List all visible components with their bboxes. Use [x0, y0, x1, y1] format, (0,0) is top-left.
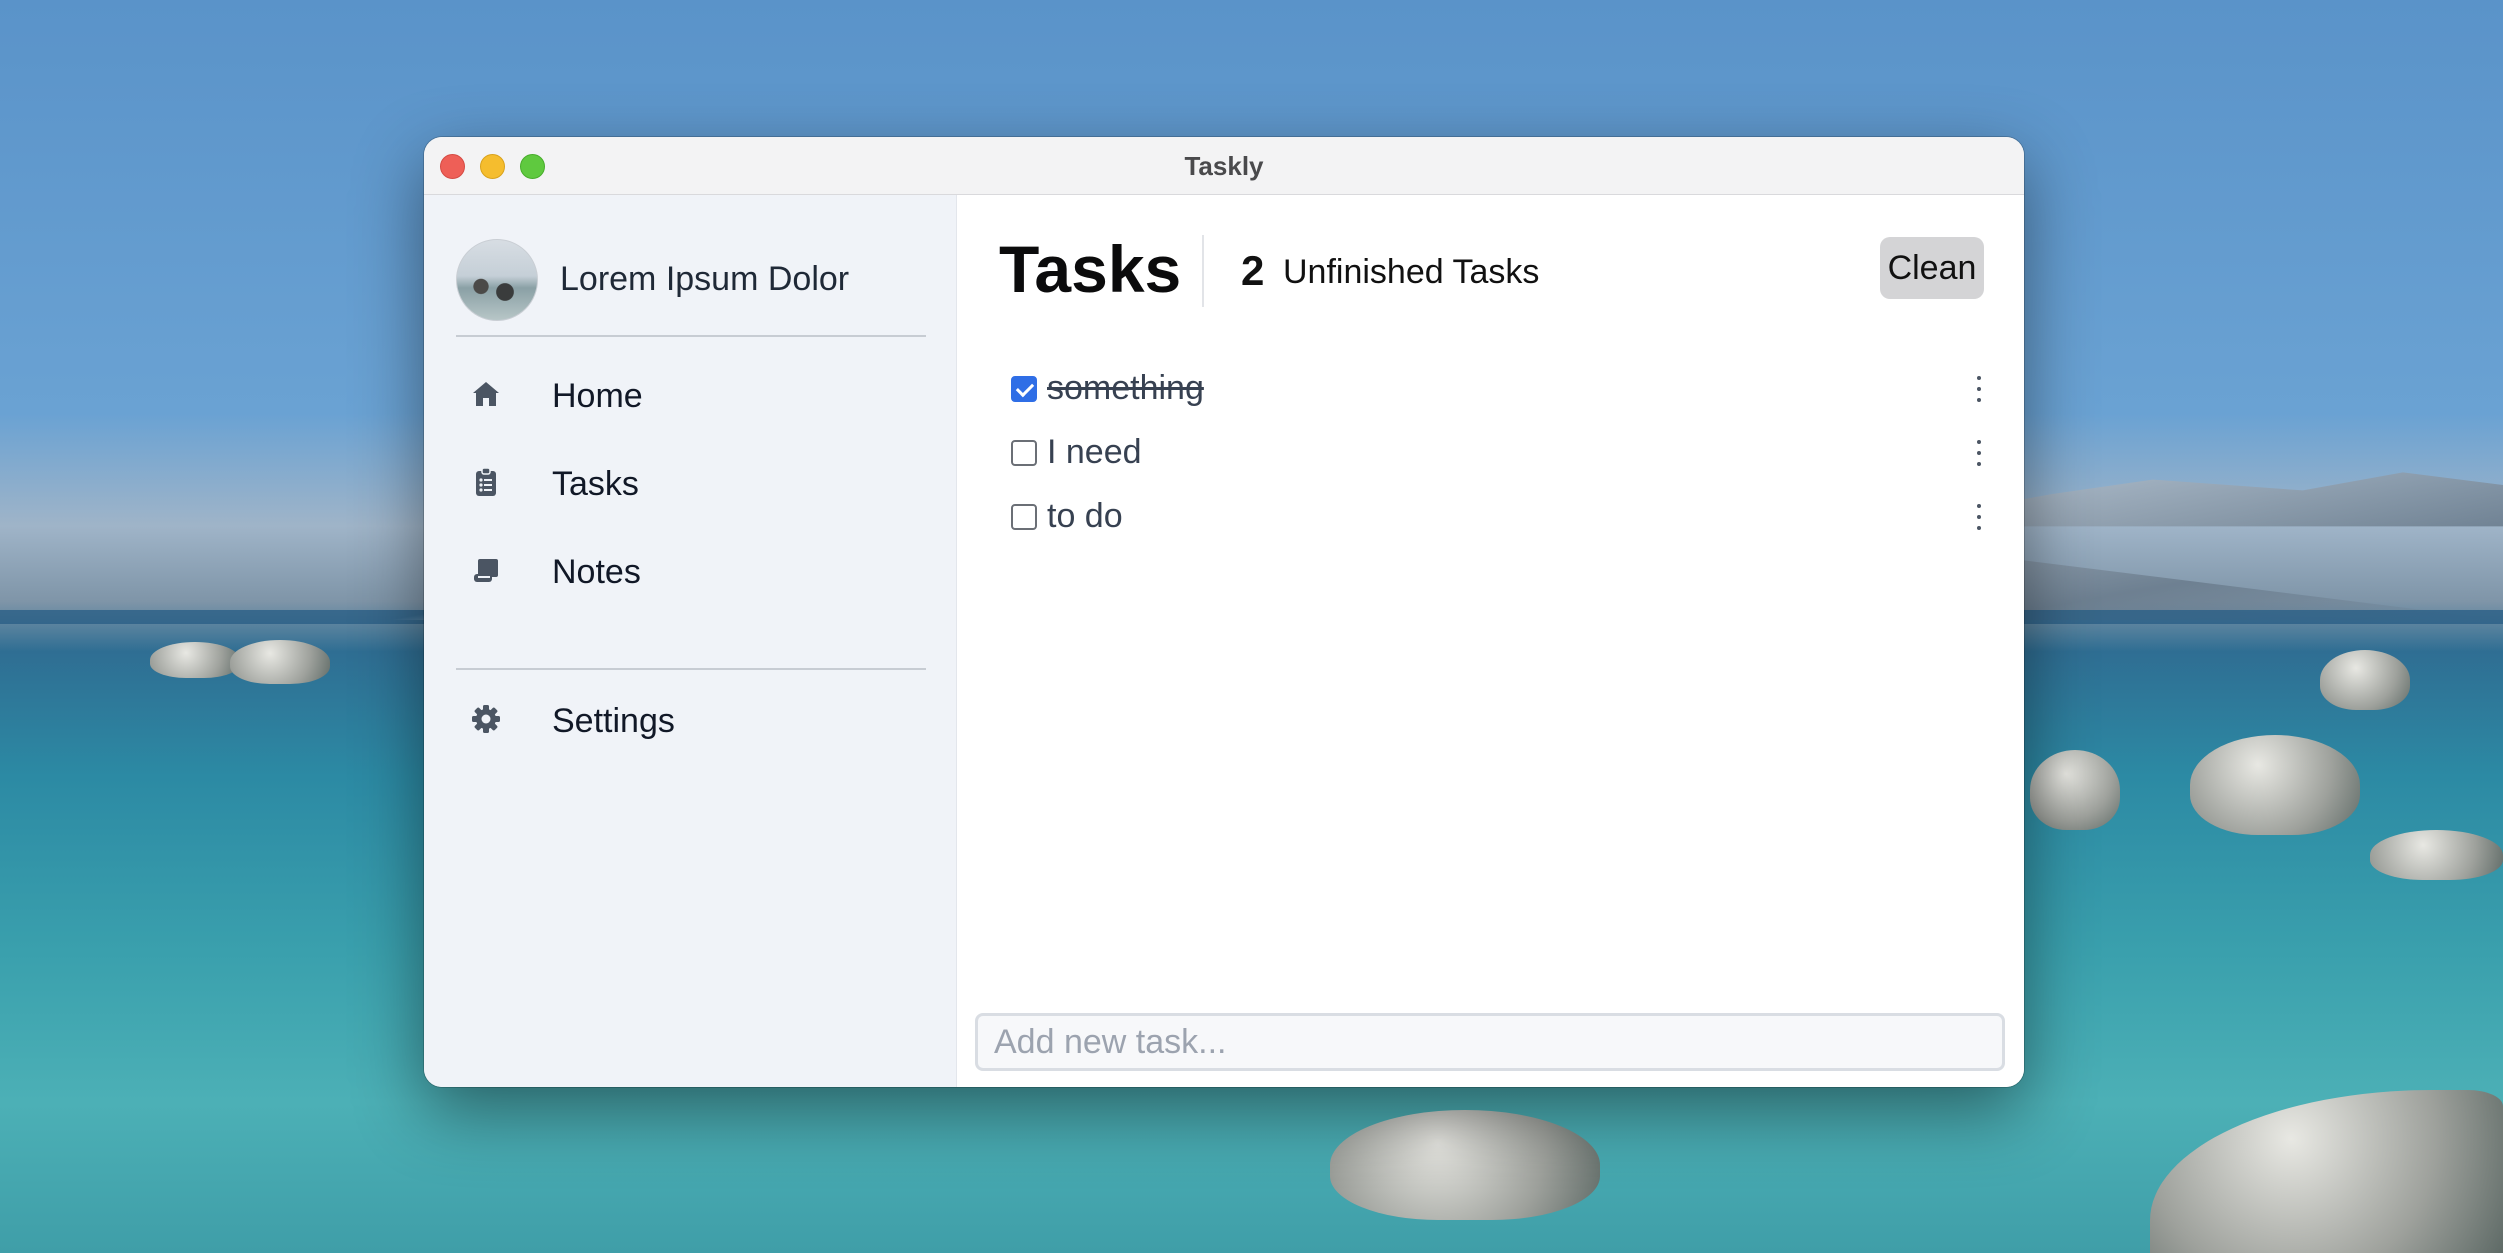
window-title: Taskly	[1184, 151, 1264, 181]
unfinished-count: 2	[1241, 247, 1265, 294]
sidebar-divider	[456, 335, 926, 337]
unfinished-label: Unfinished Tasks	[1283, 253, 1540, 291]
wallpaper-rock	[2150, 1090, 2503, 1253]
wallpaper-rock	[2190, 735, 2360, 835]
note-scroll-icon	[474, 559, 498, 582]
task-text[interactable]: to do	[1047, 497, 1123, 536]
title-bar[interactable]: Taskly	[424, 137, 2024, 195]
clipboard-list-icon	[476, 467, 496, 496]
main-content: Tasks 2 Unfinished Tasks Clean something…	[957, 195, 2024, 1087]
task-item: to do	[1011, 492, 2011, 542]
header-separator	[1202, 235, 1204, 307]
wallpaper-rock	[230, 640, 330, 684]
add-task-input[interactable]	[975, 1013, 2005, 1071]
clean-button[interactable]: Clean	[1880, 237, 1984, 299]
sidebar: Lorem Ipsum Dolor Home Tasks Notes Setti…	[424, 195, 957, 1087]
wallpaper-rock	[150, 642, 240, 678]
gear-icon	[472, 705, 500, 733]
sidebar-item-home[interactable]: Home	[456, 364, 926, 424]
task-text[interactable]: I need	[1047, 433, 1142, 472]
home-icon	[473, 382, 499, 406]
wallpaper-rock	[2320, 650, 2410, 710]
sidebar-item-label: Home	[552, 377, 643, 415]
app-window: Taskly Lorem Ipsum Dolor Home Tasks Note…	[424, 137, 2024, 1087]
user-profile[interactable]: Lorem Ipsum Dolor	[456, 239, 926, 321]
sidebar-item-notes[interactable]: Notes	[456, 540, 926, 600]
page-title: Tasks	[999, 232, 1182, 306]
sidebar-item-label: Settings	[552, 702, 675, 740]
wallpaper-rock	[1330, 1110, 1600, 1220]
wallpaper-rock	[2030, 750, 2120, 830]
task-menu-icon[interactable]	[1974, 500, 1984, 534]
sidebar-item-tasks[interactable]: Tasks	[456, 452, 926, 512]
wallpaper-rock	[2370, 830, 2503, 880]
sidebar-item-label: Tasks	[552, 465, 639, 503]
task-checkbox[interactable]	[1011, 504, 1037, 530]
task-checkbox[interactable]	[1011, 376, 1037, 402]
task-checkbox[interactable]	[1011, 440, 1037, 466]
task-text[interactable]: something	[1047, 369, 1204, 408]
task-item: something	[1011, 364, 2011, 414]
sidebar-item-settings[interactable]: Settings	[456, 689, 926, 749]
profile-name: Lorem Ipsum Dolor	[560, 260, 850, 298]
task-menu-icon[interactable]	[1974, 436, 1984, 470]
task-menu-icon[interactable]	[1974, 372, 1984, 406]
sidebar-item-label: Notes	[552, 553, 641, 591]
avatar	[456, 239, 538, 321]
task-item: I need	[1011, 428, 2011, 478]
sidebar-divider	[456, 668, 926, 670]
